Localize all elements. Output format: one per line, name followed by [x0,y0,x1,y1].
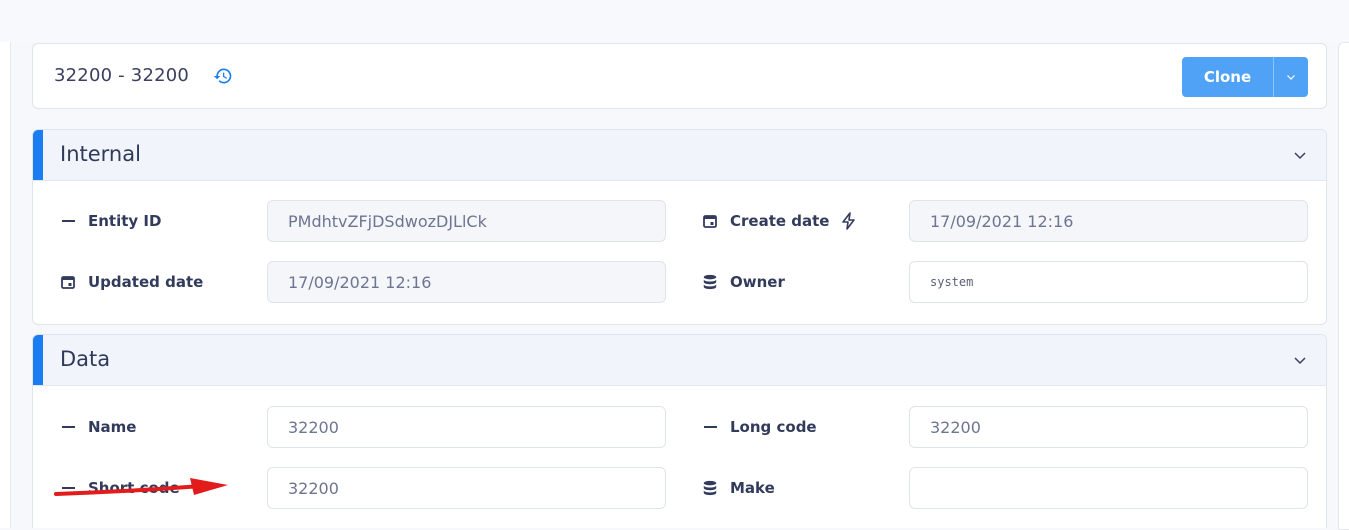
owner-field[interactable]: system [909,261,1308,303]
chevron-down-icon[interactable] [1291,351,1309,369]
clone-dropdown-toggle[interactable] [1273,57,1308,97]
make-label: Make [702,467,775,509]
left-panel-edge [0,42,11,528]
section-title: Data [60,347,111,371]
chevron-down-icon [1287,75,1295,80]
record-title: 32200 - 32200 [54,65,190,86]
calendar-icon [702,213,718,229]
make-field[interactable] [909,467,1308,509]
dash-icon [702,419,718,435]
section-title: Internal [60,142,141,166]
section-internal-header[interactable]: Internal [33,130,1326,181]
dash-icon [60,480,76,496]
create-date-label: Create date [702,200,859,242]
updated-date-field[interactable]: 17/09/2021 12:16 [267,261,666,303]
dash-icon [60,213,76,229]
section-data: Data Name 32200 Long code 32200 Short co… [32,334,1327,528]
database-icon [702,480,718,496]
long-code-field[interactable]: 32200 [909,406,1308,448]
updated-date-label: Updated date [60,261,203,303]
database-icon [702,274,718,290]
entity-id-field[interactable]: PMdhtvZFjDSdwozDJLlCk [267,200,666,242]
top-strip [0,0,1349,42]
section-accent-bar [33,130,43,180]
calendar-icon [60,274,76,290]
chevron-down-icon[interactable] [1291,146,1309,164]
clone-button[interactable]: Clone [1182,57,1273,97]
short-code-field[interactable]: 32200 [267,467,666,509]
record-header: 32200 - 32200 Clone [32,43,1327,109]
name-field[interactable]: 32200 [267,406,666,448]
right-panel-edge [1338,42,1349,530]
dash-icon [60,419,76,435]
section-accent-bar [33,335,43,385]
section-data-header[interactable]: Data [33,335,1326,386]
entity-id-label: Entity ID [60,200,161,242]
short-code-label: Short code [60,467,180,509]
section-internal: Internal Entity ID PMdhtvZFjDSdwozDJLlCk… [32,129,1327,325]
history-icon[interactable] [213,66,233,86]
lightning-icon [842,212,856,230]
long-code-label: Long code [702,406,817,448]
clone-button-group: Clone [1182,57,1308,97]
name-label: Name [60,406,136,448]
create-date-field[interactable]: 17/09/2021 12:16 [909,200,1308,242]
owner-label: Owner [702,261,785,303]
